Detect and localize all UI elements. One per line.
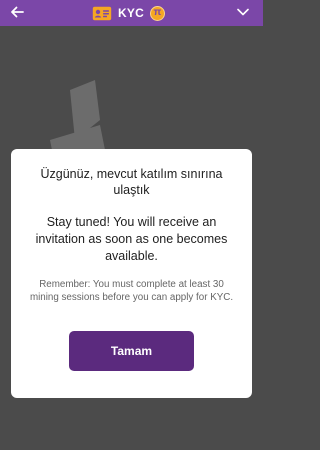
arrow-left-icon	[11, 6, 24, 18]
chevron-down-icon	[237, 8, 249, 16]
top-app-bar: KYC π	[0, 0, 263, 26]
title-group: KYC π	[92, 3, 165, 23]
kyc-limit-dialog: Üzgünüz, mevcut katılım sınırına ulaştık…	[11, 149, 252, 398]
ok-button[interactable]: Tamam	[69, 331, 194, 371]
dialog-message: Stay tuned! You will receive an invitati…	[35, 215, 228, 263]
page-title: KYC	[118, 6, 144, 20]
id-card-icon	[92, 6, 112, 20]
expand-menu-button[interactable]	[235, 4, 251, 20]
dialog-heading: Üzgünüz, mevcut katılım sınırına ulaştık	[40, 167, 223, 197]
dialog-reminder: Remember: You must complete at least 30 …	[29, 279, 234, 303]
pi-coin-icon: π	[149, 5, 165, 21]
back-button[interactable]	[9, 3, 25, 21]
